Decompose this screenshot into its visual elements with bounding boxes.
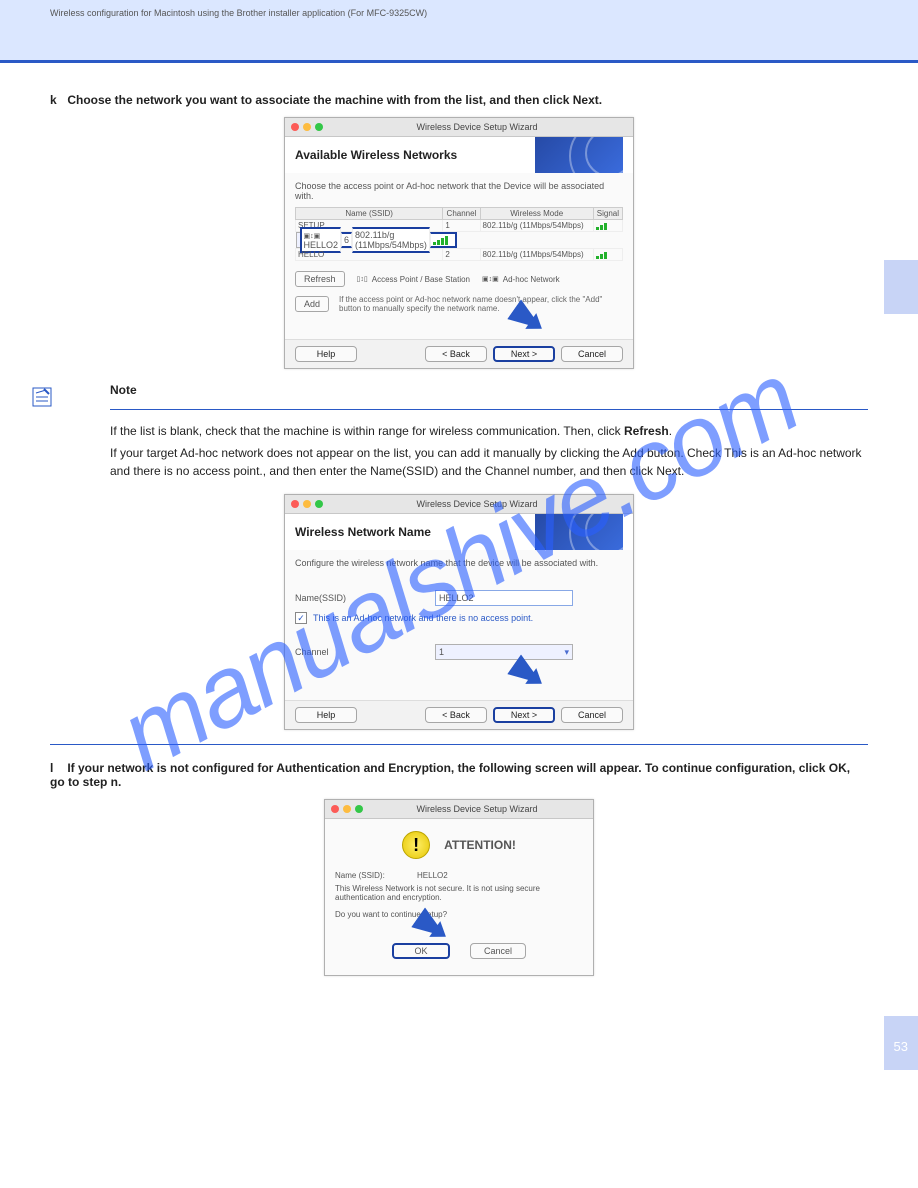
note-icon [30,385,54,409]
pointer-arrow-icon [507,654,549,693]
col-signal: Signal [593,208,622,220]
dialog-title: Wireless Device Setup Wizard [327,499,627,509]
dialog-title: Wireless Device Setup Wizard [327,122,627,132]
col-mode: Wireless Mode [480,208,593,220]
channel-label: Channel [295,647,385,657]
ssid-input[interactable]: HELLO2 [435,590,573,606]
dialog-wireless-network-name: Wireless Device Setup Wizard Wireless Ne… [284,494,634,730]
add-button[interactable]: Add [295,296,329,312]
brand-swirl [535,514,623,550]
dialog-title: Wireless Device Setup Wizard [367,804,587,814]
step-text: Choose the network you want to associate… [67,93,602,107]
ssid-value: HELLO2 [417,871,448,880]
zoom-icon[interactable] [355,805,363,813]
add-help-text: If the access point or Ad-hoc network na… [339,295,623,313]
brand-swirl [535,137,623,173]
step-letter: k [50,93,64,107]
back-button[interactable]: < Back [425,707,487,723]
cancel-button[interactable]: Cancel [561,707,623,723]
network-table: Name (SSID) Channel Wireless Mode Signal… [295,207,623,261]
note-text: If the list is blank, check that the mac… [110,422,868,440]
adhoc-label: This is an Ad-hoc network and there is n… [313,613,533,623]
table-row[interactable]: ▣↕▣ HELLO26802.11b/g (11Mbps/54Mbps) [296,232,434,248]
dialog-heading: Available Wireless Networks [295,148,457,162]
minimize-icon[interactable] [303,123,311,131]
close-icon[interactable] [291,123,299,131]
next-button[interactable]: Next > [493,346,555,362]
step-letter: l [50,761,64,775]
help-button[interactable]: Help [295,346,357,362]
warning-text: This Wireless Network is not secure. It … [335,884,583,902]
instruction-text: Choose the access point or Ad-hoc networ… [295,181,623,201]
dialog-attention: Wireless Device Setup Wizard ! ATTENTION… [324,799,594,976]
confirm-text: Do you want to continue setup? [335,910,583,919]
note-title: Note [110,383,868,397]
note-text: If your target Ad-hoc network does not a… [110,444,868,480]
minimize-icon[interactable] [343,805,351,813]
help-button[interactable]: Help [295,707,357,723]
warning-icon: ! [402,831,430,859]
legend-adhoc: ▣↕▣Ad-hoc Network [482,275,560,284]
next-button[interactable]: Next > [493,707,555,723]
table-row[interactable]: SETUP1802.11b/g (11Mbps/54Mbps) [296,220,623,232]
dialog-available-networks: Wireless Device Setup Wizard Available W… [284,117,634,369]
cancel-button[interactable]: Cancel [470,943,526,959]
ok-button[interactable]: OK [392,943,450,959]
instruction-text: Configure the wireless network name that… [295,558,623,568]
refresh-button[interactable]: Refresh [295,271,345,287]
zoom-icon[interactable] [315,500,323,508]
table-row[interactable]: HELLO2802.11b/g (11Mbps/54Mbps) [296,249,623,261]
close-icon[interactable] [291,500,299,508]
legend-ap: ▯↕▯Access Point / Base Station [357,275,471,284]
col-channel: Channel [443,208,480,220]
zoom-icon[interactable] [315,123,323,131]
col-name: Name (SSID) [296,208,443,220]
attention-heading: ATTENTION! [444,838,516,852]
cancel-button[interactable]: Cancel [561,346,623,362]
adhoc-checkbox[interactable]: ✓ [295,612,307,624]
close-icon[interactable] [331,805,339,813]
ssid-label: Name(SSID) [295,593,385,603]
page-number: 53 [894,1039,908,1054]
running-head: Wireless configuration for Macintosh usi… [50,8,427,18]
step-text: If your network is not configured for Au… [50,761,850,789]
channel-select[interactable]: 1▾ [435,644,573,660]
minimize-icon[interactable] [303,500,311,508]
back-button[interactable]: < Back [425,346,487,362]
ssid-label: Name (SSID): [335,871,385,880]
dialog-heading: Wireless Network Name [295,525,431,539]
